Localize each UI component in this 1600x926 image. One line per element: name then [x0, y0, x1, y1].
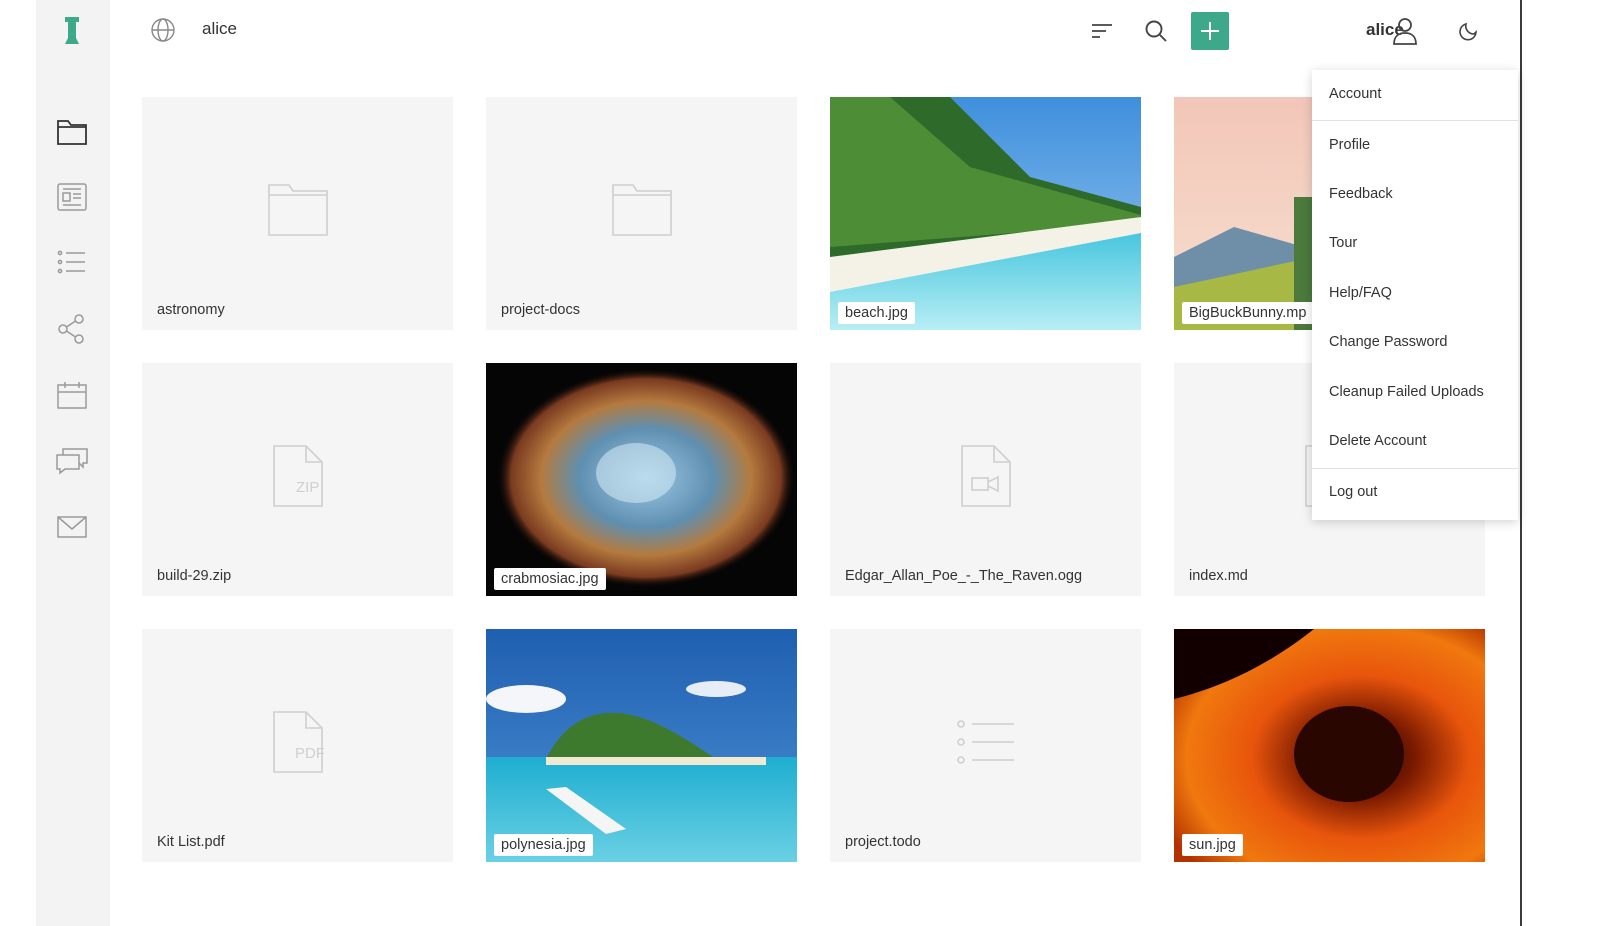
- file-name: build-29.zip: [157, 568, 232, 584]
- sidebar-item-shared[interactable]: [50, 307, 94, 351]
- file-name: project.todo: [845, 834, 921, 850]
- file-name: polynesia.jpg: [494, 834, 593, 856]
- menu-divider: [1312, 120, 1518, 121]
- menu-item-delete-account[interactable]: Delete Account: [1312, 421, 1518, 461]
- file-tile-image[interactable]: polynesia.jpg: [486, 629, 797, 862]
- menu-item-account[interactable]: Account: [1312, 74, 1518, 114]
- file-name: Edgar_Allan_Poe_-_The_Raven.ogg: [845, 568, 1083, 584]
- file-tile-todo[interactable]: project.todo: [830, 629, 1141, 862]
- pdf-file-icon: PDF: [272, 710, 324, 773]
- chess-rook-logo-icon[interactable]: [61, 16, 83, 46]
- globe-icon[interactable]: [150, 17, 176, 43]
- file-name: BigBuckBunny.mp: [1182, 302, 1314, 324]
- menu-item-feedback[interactable]: Feedback: [1312, 174, 1518, 214]
- sidebar: [36, 0, 110, 926]
- menu-item-log-out[interactable]: Log out: [1312, 472, 1518, 512]
- add-button[interactable]: [1191, 12, 1229, 50]
- menu-item-profile[interactable]: Profile: [1312, 125, 1518, 165]
- menu-item-change-password[interactable]: Change Password: [1312, 322, 1518, 362]
- video-file-icon: [960, 444, 1011, 507]
- plus-icon: [1201, 22, 1219, 40]
- file-tile-zip[interactable]: ZIP build-29.zip: [142, 363, 453, 596]
- sun-thumbnail: [1174, 629, 1485, 862]
- svg-text:ZIP: ZIP: [296, 479, 319, 496]
- sidebar-item-chat[interactable]: [50, 439, 94, 483]
- search-icon: [1145, 20, 1167, 42]
- file-tile-audio[interactable]: Edgar_Allan_Poe_-_The_Raven.ogg: [830, 363, 1141, 596]
- file-name: crabmosiac.jpg: [494, 568, 606, 590]
- file-name: sun.jpg: [1182, 834, 1243, 856]
- list-icon: [57, 250, 85, 274]
- file-tile-pdf[interactable]: PDF Kit List.pdf: [142, 629, 453, 862]
- folder-icon: [57, 120, 87, 145]
- file-tile-folder[interactable]: astronomy: [142, 97, 453, 330]
- sidebar-item-files[interactable]: [50, 110, 94, 154]
- account-dropdown-menu: Account Profile Feedback Tour Help/FAQ C…: [1312, 70, 1518, 520]
- search-button[interactable]: [1137, 12, 1175, 50]
- file-tile-image[interactable]: crabmosiac.jpg: [486, 363, 797, 596]
- todo-list-icon: [956, 719, 1014, 764]
- polynesia-thumbnail: [486, 629, 797, 862]
- file-name: beach.jpg: [838, 302, 915, 324]
- chat-icon: [56, 448, 88, 475]
- folder-icon: [267, 183, 328, 236]
- zip-file-icon: ZIP: [272, 444, 323, 507]
- moon-icon: [1459, 22, 1477, 41]
- mail-icon: [57, 516, 87, 538]
- calendar-icon: [57, 382, 87, 409]
- document-icon: [57, 183, 87, 211]
- window-edge-right: [1520, 0, 1522, 926]
- theme-toggle-button[interactable]: [1450, 12, 1488, 50]
- user-icon: [1393, 18, 1417, 45]
- file-name: astronomy: [157, 302, 225, 318]
- main-content: alice alice astronomy project-docs beach…: [110, 0, 1520, 926]
- menu-item-help[interactable]: Help/FAQ: [1312, 273, 1518, 313]
- sort-icon: [1092, 24, 1112, 38]
- top-bar: alice alice: [110, 0, 1520, 60]
- file-tile-image[interactable]: sun.jpg: [1174, 629, 1485, 862]
- sidebar-item-calendar[interactable]: [50, 373, 94, 417]
- file-name: Kit List.pdf: [157, 834, 225, 850]
- breadcrumb[interactable]: alice: [202, 19, 237, 39]
- menu-divider: [1312, 468, 1518, 469]
- menu-item-cleanup-failed-uploads[interactable]: Cleanup Failed Uploads: [1312, 372, 1518, 412]
- file-name: project-docs: [501, 302, 580, 318]
- menu-item-tour[interactable]: Tour: [1312, 223, 1518, 263]
- sidebar-item-tasks[interactable]: [50, 240, 94, 284]
- user-menu-button[interactable]: [1386, 12, 1424, 50]
- folder-icon: [611, 183, 672, 236]
- file-tile-folder[interactable]: project-docs: [486, 97, 797, 330]
- file-tile-image[interactable]: beach.jpg: [830, 97, 1141, 330]
- crab-nebula-thumbnail: [486, 363, 797, 596]
- share-icon: [58, 314, 84, 344]
- window-edge: [0, 0, 36, 926]
- sidebar-item-documents[interactable]: [50, 175, 94, 219]
- sidebar-item-email[interactable]: [50, 505, 94, 549]
- sort-button[interactable]: [1083, 12, 1121, 50]
- svg-text:PDF: PDF: [295, 745, 324, 762]
- file-name: index.md: [1189, 568, 1248, 584]
- beach-thumbnail: [830, 97, 1141, 330]
